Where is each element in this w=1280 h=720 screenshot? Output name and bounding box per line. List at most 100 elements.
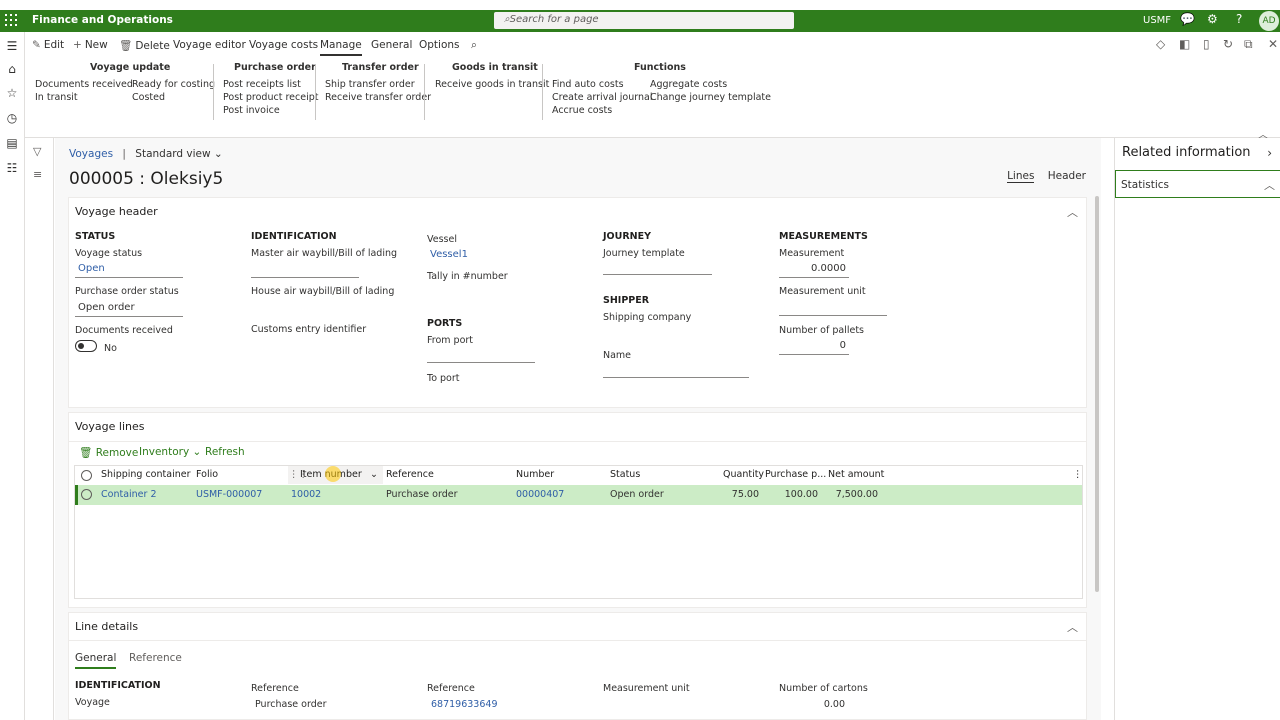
diamond-icon[interactable]: ◇ xyxy=(1156,37,1165,51)
cell-item-number[interactable]: 10002 xyxy=(291,489,321,500)
group-title: Voyage update xyxy=(90,62,171,73)
trash-icon: 🗑 xyxy=(79,447,93,459)
row-select-radio[interactable] xyxy=(81,489,92,500)
pallets-field[interactable]: 0 xyxy=(779,340,849,355)
workspace-icon[interactable]: ▤ xyxy=(5,136,19,150)
edit-button[interactable]: ✎ Edit xyxy=(32,39,64,51)
line-details-title[interactable]: Line details xyxy=(75,620,138,633)
chevron-right-icon[interactable]: › xyxy=(1267,146,1272,160)
accrue-costs-button[interactable]: Accrue costs xyxy=(552,105,612,116)
in-transit-button[interactable]: In transit xyxy=(35,92,78,103)
chat-icon[interactable]: 💬 xyxy=(1180,12,1195,26)
table-row[interactable]: Container 2 USMF-000007 10002 Purchase o… xyxy=(75,485,1082,505)
remove-button[interactable]: 🗑 Remove xyxy=(79,446,138,459)
post-product-receipt-button[interactable]: Post product receipt xyxy=(223,92,318,103)
receive-goods-in-transit-button[interactable]: Receive goods in transit xyxy=(435,79,549,90)
tab-general[interactable]: General xyxy=(371,39,412,51)
close-icon[interactable]: ✕ xyxy=(1268,37,1278,51)
col-net-amount[interactable]: Net amount xyxy=(828,469,884,480)
vessel-field[interactable]: Vessel1 xyxy=(427,249,468,264)
open-new-window-icon[interactable]: ⧉ xyxy=(1244,37,1253,52)
col-number[interactable]: Number xyxy=(516,469,554,480)
help-icon[interactable]: ? xyxy=(1236,12,1242,26)
plus-icon: + xyxy=(73,39,82,51)
star-icon[interactable]: ☆ xyxy=(5,86,19,100)
tab-options[interactable]: Options xyxy=(419,39,460,51)
col-reference[interactable]: Reference xyxy=(386,469,434,480)
inventory-menu[interactable]: Inventory ⌄ xyxy=(139,446,201,458)
gear-icon[interactable]: ⚙ xyxy=(1207,12,1218,26)
office-icon[interactable]: ◧ xyxy=(1179,37,1190,51)
col-purchase-price[interactable]: Purchase p... xyxy=(765,469,826,480)
tab-manage[interactable]: Manage xyxy=(320,39,362,56)
measurement-unit-field[interactable] xyxy=(779,301,887,316)
col-quantity[interactable]: Quantity xyxy=(723,469,764,480)
new-button[interactable]: + New xyxy=(73,39,108,51)
scrollbar[interactable] xyxy=(1095,196,1099,592)
more-options-icon[interactable]: ⋮ xyxy=(1073,469,1083,480)
tab-header[interactable]: Header xyxy=(1048,170,1086,182)
journey-template-field[interactable] xyxy=(603,260,712,275)
cell-number[interactable]: 00000407 xyxy=(516,489,564,500)
select-all-radio[interactable] xyxy=(81,470,92,481)
documents-received-button[interactable]: Documents received xyxy=(35,79,133,90)
tab-voyage-costs[interactable]: Voyage costs xyxy=(249,39,318,51)
statistics-section[interactable]: Statistics ︿ xyxy=(1115,170,1280,198)
refresh-icon[interactable]: ↻ xyxy=(1223,37,1233,51)
action-search-icon[interactable]: ⌕ xyxy=(471,39,477,52)
home-icon[interactable]: ⌂ xyxy=(5,62,19,76)
hamburger-icon[interactable]: ☰ xyxy=(5,39,19,53)
breadcrumb-voyages[interactable]: Voyages xyxy=(69,148,113,160)
delete-button[interactable]: 🗑 Delete xyxy=(119,39,170,52)
voyage-header-title[interactable]: Voyage header xyxy=(75,205,158,218)
measurement-field[interactable]: 0.0000 xyxy=(779,263,849,278)
create-arrival-journal-button[interactable]: Create arrival journal xyxy=(552,92,653,103)
app-launcher-icon[interactable] xyxy=(5,14,17,26)
col-status[interactable]: Status xyxy=(610,469,640,480)
col-folio[interactable]: Folio xyxy=(196,469,218,480)
chevron-up-icon[interactable]: ︿ xyxy=(1067,204,1078,220)
ready-for-costing-button[interactable]: Ready for costing xyxy=(132,79,215,90)
from-port-field[interactable] xyxy=(427,348,535,363)
shipper-name-label: Name xyxy=(603,350,632,361)
post-receipts-list-button[interactable]: Post receipts list xyxy=(223,79,301,90)
tab-general[interactable]: General xyxy=(75,652,117,669)
cell-container[interactable]: Container 2 xyxy=(101,489,157,500)
po-status-field[interactable]: Open order xyxy=(75,302,183,317)
clock-icon[interactable]: ◷ xyxy=(5,111,19,125)
voyage-status-field[interactable]: Open xyxy=(75,263,183,278)
search-input[interactable]: ⌕Search for a page xyxy=(494,12,794,29)
col-shipping-container[interactable]: Shipping container xyxy=(101,469,190,480)
aggregate-costs-button[interactable]: Aggregate costs xyxy=(650,79,727,90)
list-icon[interactable]: ☷ xyxy=(5,161,19,175)
column-dropdown-icon[interactable]: ⌄ xyxy=(370,469,378,480)
shipper-name-field[interactable] xyxy=(603,363,749,378)
receive-transfer-order-button[interactable]: Receive transfer order xyxy=(325,92,431,103)
reference2-link[interactable]: 68719633649 xyxy=(431,699,498,710)
company-selector[interactable]: USMF xyxy=(1143,15,1171,26)
ship-transfer-order-button[interactable]: Ship transfer order xyxy=(325,79,415,90)
costed-button[interactable]: Costed xyxy=(132,92,165,103)
view-selector[interactable]: Standard view ⌄ xyxy=(135,148,222,160)
post-invoice-button[interactable]: Post invoice xyxy=(223,105,280,116)
filter-icon[interactable]: ▽ xyxy=(33,145,41,158)
docs-received-label: Documents received xyxy=(75,325,173,336)
vessel-label: Vessel xyxy=(427,234,457,245)
statistics-label: Statistics xyxy=(1121,179,1169,191)
app-title[interactable]: Finance and Operations xyxy=(32,14,173,26)
ribbon: Voyage update Documents received In tran… xyxy=(25,56,1280,141)
tab-voyage-editor[interactable]: Voyage editor xyxy=(173,39,246,51)
tab-lines[interactable]: Lines xyxy=(1007,170,1035,183)
find-auto-costs-button[interactable]: Find auto costs xyxy=(552,79,624,90)
change-journey-template-button[interactable]: Change journey template xyxy=(650,92,771,103)
master-awb-field[interactable] xyxy=(251,263,359,278)
cell-folio[interactable]: USMF-000007 xyxy=(196,489,262,500)
attachment-icon[interactable]: ▯ xyxy=(1203,37,1210,51)
refresh-button[interactable]: Refresh xyxy=(205,446,245,458)
avatar[interactable]: AD xyxy=(1259,11,1279,31)
docs-received-toggle[interactable] xyxy=(75,340,97,352)
chevron-up-icon[interactable]: ︿ xyxy=(1067,619,1078,635)
tab-reference[interactable]: Reference xyxy=(129,652,182,664)
trash-icon: 🗑 xyxy=(119,40,133,52)
list-icon[interactable]: ≡ xyxy=(33,168,42,181)
